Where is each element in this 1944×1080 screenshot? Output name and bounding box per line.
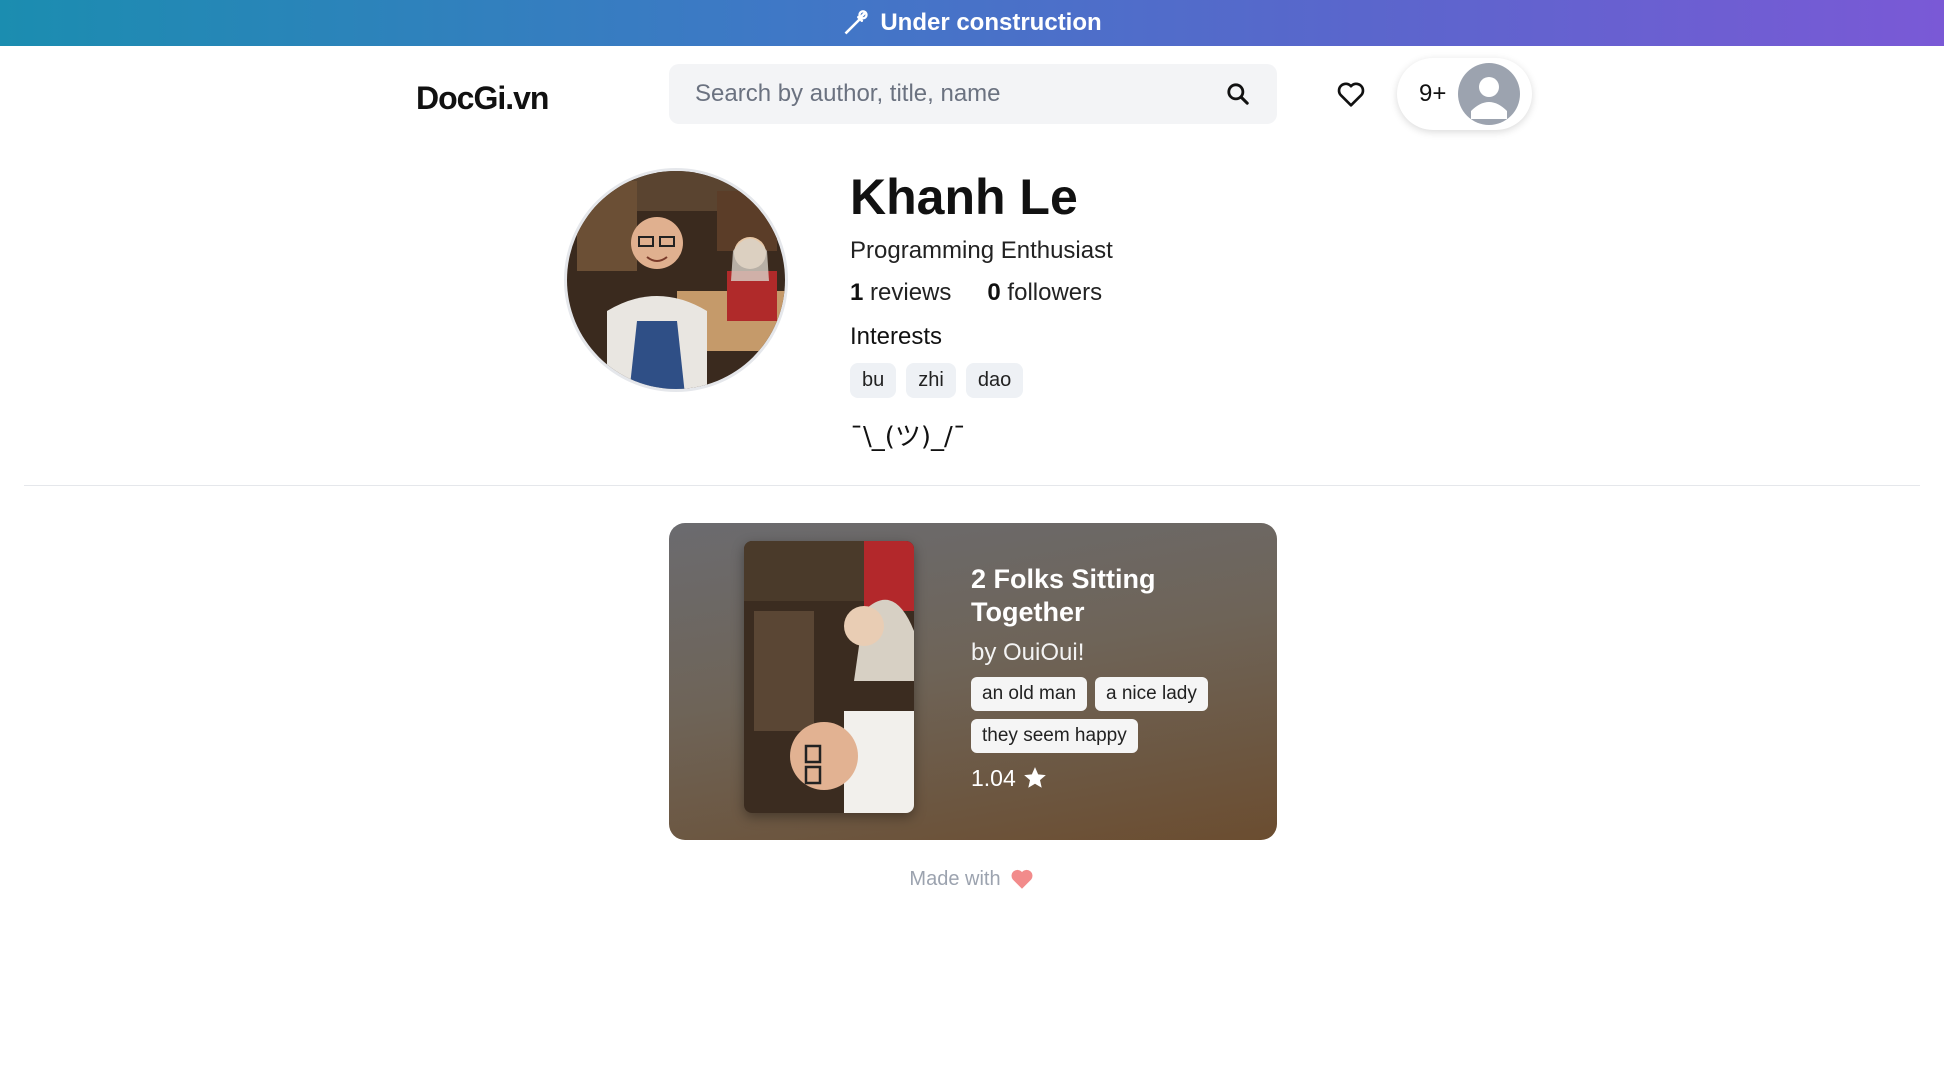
interest-chip[interactable]: bu [850, 363, 897, 398]
header: DocGi.vn 9+ [0, 46, 1944, 146]
user-menu-button[interactable]: 9+ [1397, 58, 1532, 130]
search-icon[interactable] [1225, 81, 1251, 107]
review-cover-image [744, 541, 914, 813]
construction-banner: Under construction [0, 0, 1944, 46]
banner-text: Under construction [880, 9, 1102, 36]
review-tags: an old man a nice lady they seem happy [971, 676, 1251, 753]
heart-outline-icon[interactable] [1335, 78, 1367, 110]
review-author[interactable]: by OuiOui! [971, 639, 1251, 667]
site-logo[interactable]: DocGi.vn [416, 80, 549, 117]
section-divider [24, 485, 1920, 486]
interests-label: Interests [850, 323, 943, 350]
footer: Made with [0, 866, 1944, 892]
profile-photo [564, 168, 788, 392]
followers-stat[interactable]: 0 followers [987, 279, 1102, 307]
interest-chip[interactable]: zhi [906, 363, 956, 398]
review-tag[interactable]: an old man [971, 676, 1088, 711]
profile-bio: ¯\_(ツ)_/¯ [850, 422, 966, 452]
review-title[interactable]: 2 Folks Sitting Together [971, 563, 1251, 629]
profile-stats: 1 reviews 0 followers [850, 279, 1113, 307]
heart-icon [1009, 866, 1035, 892]
rating-value: 1.04 [971, 764, 1016, 791]
wrench-icon [842, 9, 870, 37]
reviews-stat[interactable]: 1 reviews [850, 279, 951, 307]
profile-title: Programming Enthusiast [850, 237, 1113, 264]
search-input[interactable] [695, 80, 1225, 108]
interests-list: bu zhi dao [850, 363, 1113, 398]
review-tag[interactable]: they seem happy [971, 718, 1138, 753]
star-icon [1022, 765, 1048, 791]
review-info: 2 Folks Sitting Together by OuiOui! an o… [971, 563, 1251, 792]
notification-count: 9+ [1419, 80, 1447, 107]
user-icon [1458, 63, 1521, 125]
footer-text: Made with [909, 867, 1001, 890]
search-bar [669, 64, 1277, 124]
profile-section: Khanh Le Programming Enthusiast 1 review… [0, 146, 1944, 486]
review-card[interactable]: 2 Folks Sitting Together by OuiOui! an o… [669, 523, 1277, 840]
profile-info: Khanh Le Programming Enthusiast 1 review… [850, 170, 1113, 453]
review-tag[interactable]: a nice lady [1095, 676, 1208, 711]
profile-name: Khanh Le [850, 169, 1078, 225]
review-rating: 1.04 [971, 765, 1251, 792]
interest-chip[interactable]: dao [965, 363, 1024, 398]
